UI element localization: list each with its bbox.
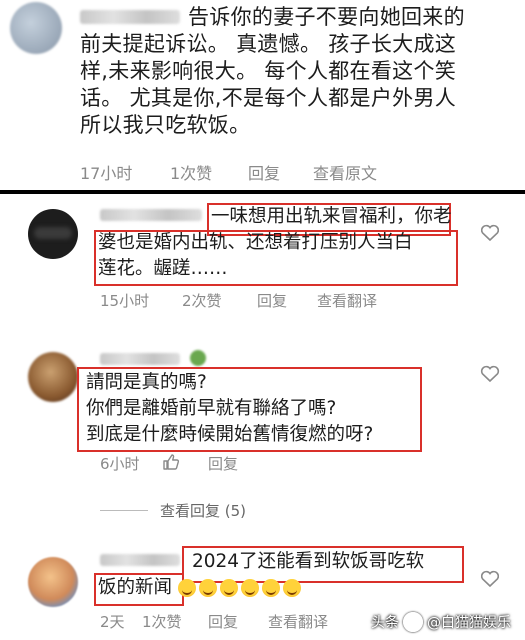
toutiao-logo-icon bbox=[403, 612, 423, 632]
comment-text: 請問是真的嗎? 你們是離婚前早就有聯絡了嗎? 到底是什麼時候開始舊情復燃的呀? bbox=[86, 372, 374, 445]
laughing-emoji-icon bbox=[262, 579, 281, 597]
view-replies-button[interactable]: 查看回复 (5) bbox=[160, 500, 246, 521]
timestamp: 2天 bbox=[100, 613, 125, 631]
comment-text-cont: 饭的新闻 bbox=[98, 575, 304, 601]
thumbs-up-icon[interactable] bbox=[162, 453, 180, 471]
laughing-emoji-icon bbox=[241, 579, 260, 597]
avatar[interactable] bbox=[10, 2, 62, 54]
translate-button[interactable]: 查看翻译 bbox=[268, 611, 328, 632]
comment-meta: 6小时 回复 bbox=[100, 453, 238, 474]
like-count: 1次赞 bbox=[142, 613, 182, 631]
translate-button[interactable]: 查看翻译 bbox=[317, 290, 377, 311]
comments-panel: 一味想用出轨来冒福利，你老 婆也是婚内出轨、还想着打压别人当白 莲花。龌蹉…… … bbox=[0, 194, 525, 640]
laughing-emoji-icon bbox=[178, 579, 197, 597]
avatar[interactable] bbox=[28, 209, 78, 259]
blurred-username[interactable] bbox=[100, 554, 180, 566]
view-original-button[interactable]: 查看原文 bbox=[313, 160, 377, 184]
watermark: 头条 @白猫猫娱乐 bbox=[371, 612, 511, 632]
comment-card-1: 告诉你的妻子不要向她回来的 前夫提起诉讼。 真遗憾。 孩子长大成这 样,未来影响… bbox=[0, 0, 525, 190]
reply-button[interactable]: 回复 bbox=[257, 290, 317, 311]
like-count: 1次赞 bbox=[170, 164, 213, 183]
comment-text: 2024了还能看到软饭哥吃软 bbox=[192, 551, 425, 572]
avatar[interactable] bbox=[28, 557, 78, 607]
timestamp: 6小时 bbox=[100, 455, 140, 473]
laughing-emoji-icon bbox=[283, 579, 302, 597]
like-count: 2次赞 bbox=[182, 292, 222, 310]
reply-button[interactable]: 回复 bbox=[248, 160, 313, 184]
heart-icon[interactable] bbox=[480, 224, 500, 242]
laughing-emoji-icon bbox=[220, 579, 239, 597]
heart-icon[interactable] bbox=[480, 365, 500, 383]
reply-button[interactable]: 回复 bbox=[208, 611, 268, 632]
comment-text: 告诉你的妻子不要向她回来的 bbox=[188, 5, 465, 29]
timestamp: 15小时 bbox=[100, 292, 150, 310]
comment-text-cont: 婆也是婚内出轨、还想着打压别人当白 莲花。龌蹉…… bbox=[98, 232, 413, 279]
timestamp: 17小时 bbox=[80, 164, 133, 183]
comment-text-cont: 前夫提起诉讼。 真遗憾。 孩子长大成这 样,未来影响很大。 每个人都在看这个笑 … bbox=[80, 32, 457, 137]
blurred-username[interactable] bbox=[100, 209, 202, 221]
heart-icon[interactable] bbox=[480, 570, 500, 588]
blurred-username[interactable] bbox=[80, 10, 180, 24]
blurred-badge bbox=[190, 350, 206, 366]
comment-meta: 2天 1次赞 回复 查看翻译 bbox=[100, 611, 328, 632]
divider-line bbox=[100, 510, 148, 511]
avatar[interactable] bbox=[28, 352, 78, 402]
blurred-username[interactable] bbox=[100, 353, 180, 365]
reply-button[interactable]: 回复 bbox=[208, 453, 238, 474]
comment-meta: 17小时 1次赞 回复 查看原文 bbox=[80, 160, 377, 184]
comment-text: 一味想用出轨来冒福利，你老 bbox=[211, 206, 452, 227]
laughing-emoji-icon bbox=[199, 579, 218, 597]
comment-meta: 15小时 2次赞 回复 查看翻译 bbox=[100, 290, 377, 311]
